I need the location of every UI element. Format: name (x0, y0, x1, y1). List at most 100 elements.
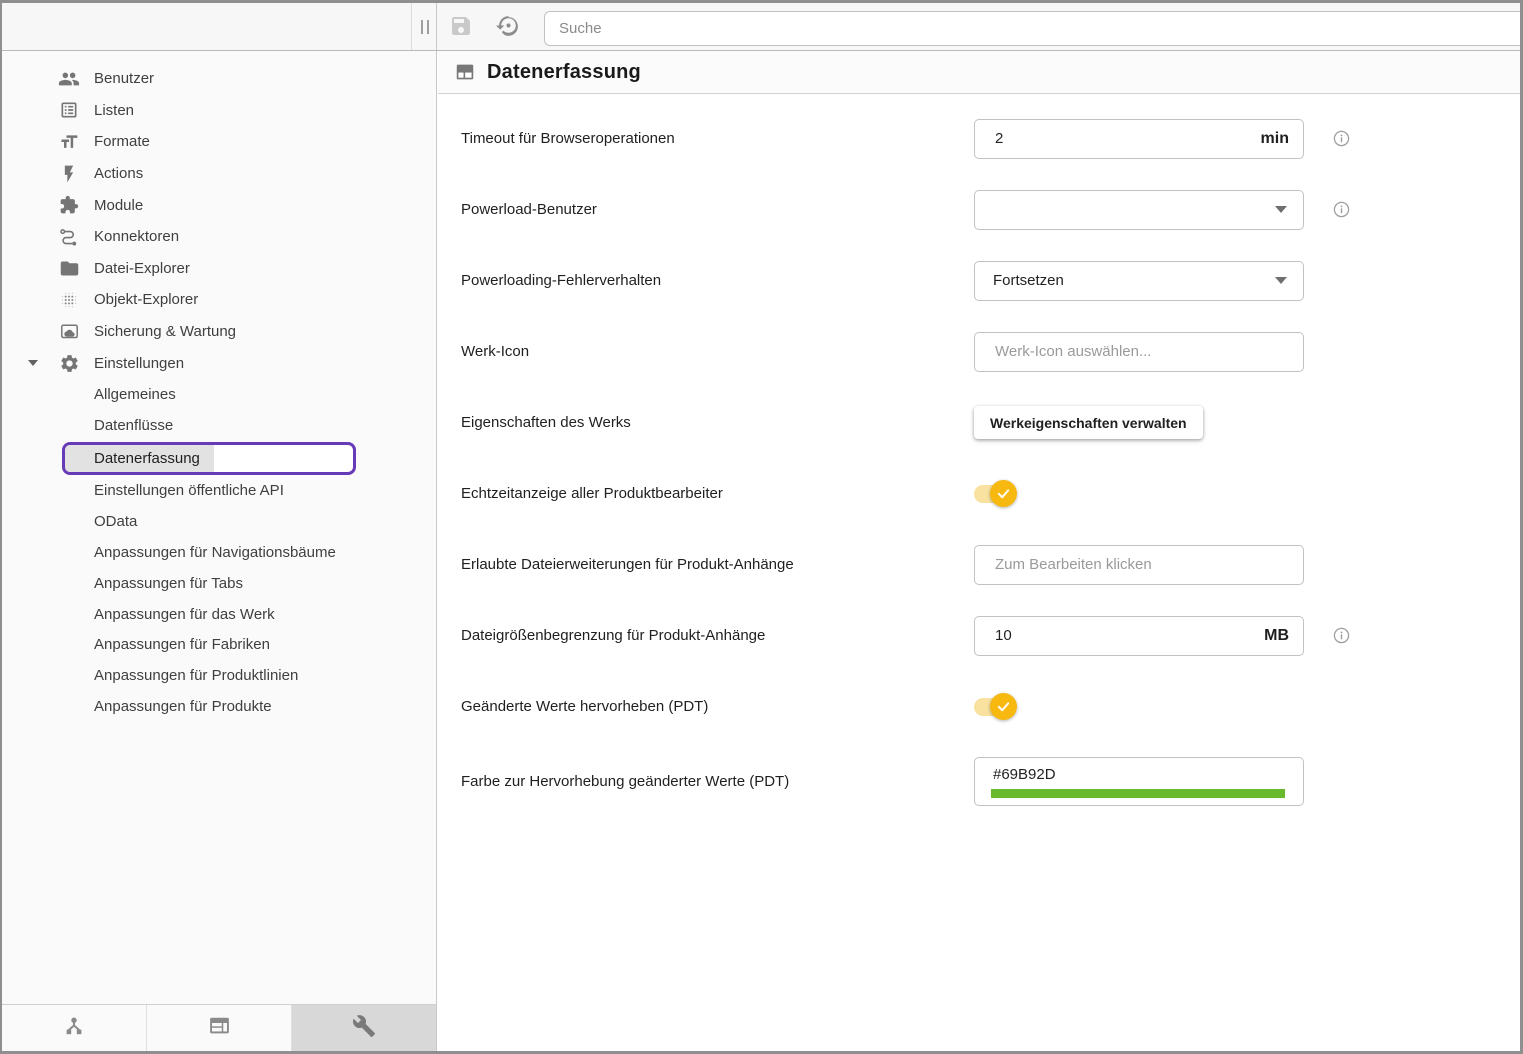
unit-suffix: MB (1264, 627, 1289, 645)
sidebar-item-anpassungen-navigationsbaeume[interactable]: Anpassungen für Navigationsbäume (2, 537, 436, 568)
sidebar-item-sicherung-wartung[interactable]: Sicherung & Wartung (2, 316, 436, 348)
sidebar-item-module[interactable]: Module (2, 189, 436, 221)
chevron-down-icon (1275, 206, 1287, 213)
row-dateierweiterungen: Erlaubte Dateierweiterungen für Produkt-… (438, 529, 1520, 600)
sidebar-item-konnektoren[interactable]: Konnektoren (2, 221, 436, 253)
powerload-user-select[interactable] (974, 190, 1304, 230)
error-behaviour-select[interactable]: Fortsetzen (974, 261, 1304, 301)
sidebar-item-einstellungen-oeffentliche-api[interactable]: Einstellungen öffentliche API (2, 476, 436, 507)
row-echtzeitanzeige: Echtzeitanzeige aller Produktbearbeiter (438, 458, 1520, 529)
page-header: Datenerfassung (438, 51, 1520, 94)
flash-icon (58, 163, 80, 185)
filesize-input-box: MB (974, 616, 1304, 656)
wrench-icon (352, 1014, 376, 1043)
backup-icon (58, 321, 80, 343)
info-icon[interactable] (1333, 130, 1350, 147)
row-werte-hervorheben: Geänderte Werte hervorheben (PDT) (438, 671, 1520, 742)
row-eigenschaften-werk: Eigenschaften des Werks Werkeigenschafte… (438, 387, 1520, 458)
field-label: Dateigrößenbegrenzung für Produkt-Anhäng… (438, 627, 974, 644)
field-label: Eigenschaften des Werks (438, 414, 974, 431)
row-timeout: Timeout für Browseroperationen min (438, 103, 1520, 174)
top-toolbar (2, 3, 1520, 51)
field-label: Echtzeitanzeige aller Produktbearbeiter (438, 485, 974, 502)
field-label: Erlaubte Dateierweiterungen für Produkt-… (438, 556, 974, 573)
row-dateigroessenbegrenzung: Dateigrößenbegrenzung für Produkt-Anhäng… (438, 600, 1520, 671)
realtime-toggle[interactable] (974, 480, 1018, 507)
extensions-input[interactable] (993, 555, 1289, 574)
sidebar-edge-line (436, 3, 437, 50)
restore-history-button[interactable] (490, 9, 526, 45)
field-label: Powerload-Benutzer (438, 201, 974, 218)
extensions-input-box (974, 545, 1304, 585)
main-content: Datenerfassung Timeout für Browseroperat… (438, 51, 1520, 1051)
highlight-values-toggle[interactable] (974, 693, 1018, 720)
expand-caret-icon[interactable] (28, 360, 38, 366)
toolbar-divider (411, 3, 412, 50)
highlight-color-field[interactable]: #69B92D (974, 757, 1304, 806)
field-label: Geänderte Werte hervorheben (PDT) (438, 698, 974, 715)
sidebar-item-datei-explorer[interactable]: Datei-Explorer (2, 253, 436, 285)
timeout-input[interactable] (993, 129, 1253, 148)
row-powerloading-fehlerverhalten: Powerloading-Fehlerverhalten Fortsetzen (438, 245, 1520, 316)
row-powerload-benutzer: Powerload-Benutzer (438, 174, 1520, 245)
color-swatch-bar (991, 789, 1285, 798)
selected-item-outline: Datenerfassung (62, 442, 356, 475)
page-panel-icon (454, 61, 476, 83)
filesize-input[interactable] (993, 626, 1256, 645)
puzzle-icon (58, 194, 80, 216)
tab-panel[interactable] (146, 1005, 291, 1051)
splitter-handle[interactable] (421, 20, 429, 34)
sidebar-item-benutzer[interactable]: Benutzer (2, 63, 436, 95)
manage-werk-properties-button[interactable]: Werkeigenschaften verwalten (974, 406, 1203, 439)
werk-icon-input[interactable] (993, 342, 1289, 361)
unit-suffix: min (1261, 130, 1289, 148)
toggle-check-icon (990, 480, 1017, 507)
row-werk-icon: Werk-Icon (438, 316, 1520, 387)
chevron-down-icon (1275, 277, 1287, 284)
tab-structure[interactable] (2, 1005, 146, 1051)
gear-icon (58, 352, 80, 374)
info-icon[interactable] (1333, 627, 1350, 644)
sidebar-item-datenfluesse[interactable]: Datenflüsse (2, 410, 436, 441)
field-label: Farbe zur Hervorhebung geänderter Werte … (438, 773, 974, 790)
sidebar-item-anpassungen-das-werk[interactable]: Anpassungen für das Werk (2, 599, 436, 630)
field-label: Powerloading-Fehlerverhalten (438, 272, 974, 289)
sidebar-item-datenerfassung[interactable]: Datenerfassung (2, 442, 436, 475)
page-title: Datenerfassung (487, 61, 641, 84)
sidebar-item-formate[interactable]: Formate (2, 126, 436, 158)
restore-history-icon (496, 13, 521, 41)
sidebar-item-einstellungen[interactable]: Einstellungen (2, 347, 436, 379)
sidebar-bottom-tabs (2, 1004, 437, 1051)
folder-icon (58, 257, 80, 279)
save-button[interactable] (443, 9, 479, 45)
dots-grid-icon (58, 289, 80, 311)
route-icon (58, 226, 80, 248)
sidebar-item-allgemeines[interactable]: Allgemeines (2, 379, 436, 410)
sidebar-item-anpassungen-fabriken[interactable]: Anpassungen für Fabriken (2, 630, 436, 661)
settings-form: Timeout für Browseroperationen min Power… (438, 94, 1520, 820)
field-label: Werk-Icon (438, 343, 974, 360)
toggle-check-icon (990, 693, 1017, 720)
row-hervorhebungsfarbe: Farbe zur Hervorhebung geänderter Werte … (438, 742, 1520, 820)
tree-icon (62, 1014, 86, 1043)
selected-item-highlight: Datenerfassung (65, 445, 214, 472)
app-window: Benutzer Listen Formate Actions Module (0, 0, 1523, 1054)
color-hex-value: #69B92D (993, 766, 1056, 783)
sidebar-item-actions[interactable]: Actions (2, 158, 436, 190)
sidebar-item-objekt-explorer[interactable]: Objekt-Explorer (2, 284, 436, 316)
people-icon (58, 68, 80, 90)
sidebar-item-anpassungen-produktlinien[interactable]: Anpassungen für Produktlinien (2, 660, 436, 691)
list-icon (58, 99, 80, 121)
panel-icon (207, 1013, 232, 1043)
format-size-icon (58, 131, 80, 153)
timeout-input-box: min (974, 119, 1304, 159)
sidebar-nav: Benutzer Listen Formate Actions Module (2, 51, 437, 1004)
sidebar-item-listen[interactable]: Listen (2, 95, 436, 127)
sidebar-item-odata[interactable]: OData (2, 506, 436, 537)
field-label: Timeout für Browseroperationen (438, 130, 974, 147)
sidebar-item-anpassungen-tabs[interactable]: Anpassungen für Tabs (2, 568, 436, 599)
sidebar-item-anpassungen-produkte[interactable]: Anpassungen für Produkte (2, 691, 436, 722)
search-input[interactable] (544, 11, 1520, 46)
info-icon[interactable] (1333, 201, 1350, 218)
tab-admin[interactable] (291, 1005, 436, 1051)
